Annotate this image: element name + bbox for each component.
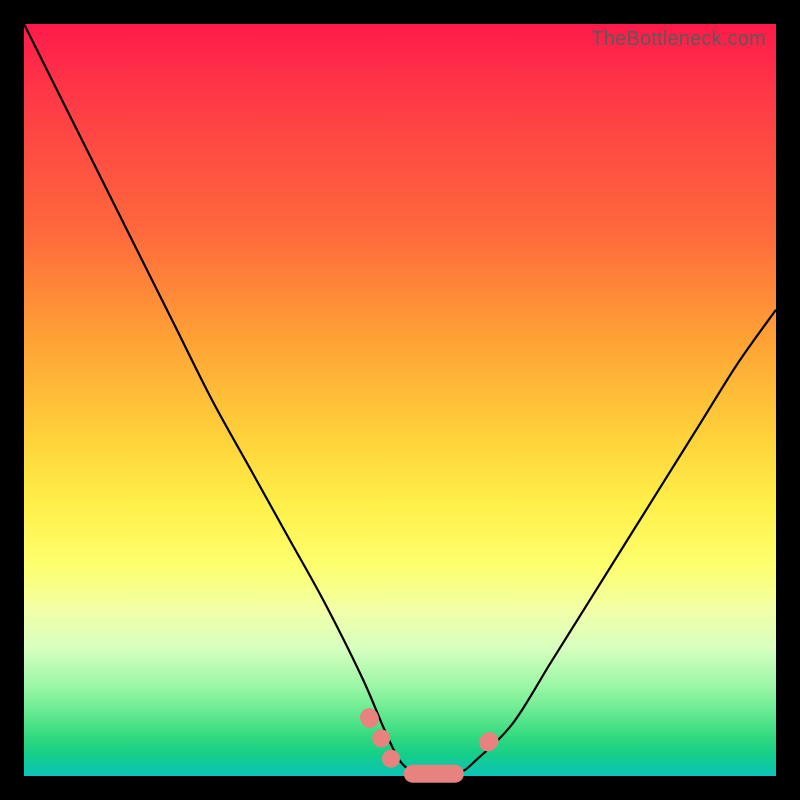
bottleneck-curve [24,24,776,776]
marker-pill [404,765,464,783]
marker-pill [475,728,502,755]
marker-pill [357,705,382,731]
outer-frame: TheBottleneck.com [0,0,800,800]
marker-dot [372,729,390,747]
plot-area: TheBottleneck.com [24,24,776,776]
curve-line [24,24,776,776]
marker-dot [382,750,400,768]
